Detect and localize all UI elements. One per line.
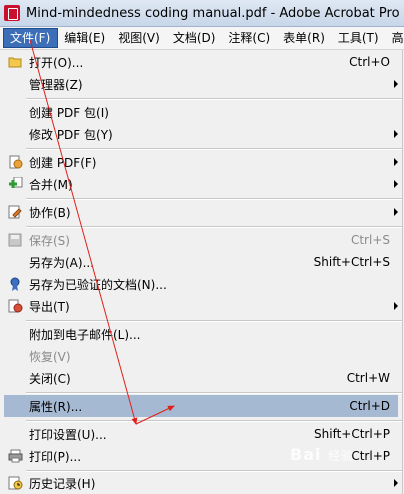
separator <box>26 420 402 422</box>
menu-item-organizer[interactable]: 管理器(Z) <box>4 73 398 95</box>
menu-item-history[interactable]: 历史记录(H) <box>4 472 398 494</box>
menu-item-print-setup[interactable]: 打印设置(U)... Shift+Ctrl+P <box>4 423 398 445</box>
separator <box>26 392 402 394</box>
separator <box>26 148 402 150</box>
menu-item-open[interactable]: 打开(O)... Ctrl+O <box>4 51 398 73</box>
separator <box>26 320 402 322</box>
menu-label: 创建 PDF(F) <box>29 155 97 170</box>
menu-item-create-pdf-package[interactable]: 创建 PDF 包(I) <box>4 101 398 123</box>
submenu-arrow-icon <box>394 208 398 216</box>
submenu-arrow-icon <box>394 180 398 188</box>
window-title: Mind-mindedness coding manual.pdf - Adob… <box>26 5 400 21</box>
menu-label: 管理器(Z) <box>29 77 83 92</box>
menu-label: 打印设置(U)... <box>29 427 107 442</box>
menu-item-save-as[interactable]: 另存为(A)... Shift+Ctrl+S <box>4 251 398 273</box>
history-clock-icon <box>8 476 23 490</box>
export-icon <box>8 299 23 313</box>
menu-shortcut: Shift+Ctrl+S <box>313 255 390 269</box>
menu-label: 历史记录(H) <box>29 476 96 491</box>
menu-label: 修改 PDF 包(Y) <box>29 127 113 142</box>
menu-label: 另存为(A)... <box>29 255 95 270</box>
menu-label: 打开(O)... <box>29 55 84 70</box>
menu-item-properties[interactable]: 属性(R)... Ctrl+D <box>4 395 398 417</box>
submenu-arrow-icon <box>394 158 398 166</box>
menu-item-close[interactable]: 关闭(C) Ctrl+W <box>4 367 398 389</box>
create-pdf-icon <box>9 155 23 169</box>
submenu-arrow-icon <box>394 302 398 310</box>
certified-ribbon-icon <box>10 277 20 291</box>
menu-label: 合并(M) <box>29 177 73 192</box>
menu-item-save[interactable]: 保存(S) Ctrl+S <box>4 229 398 251</box>
menu-item-create-pdf[interactable]: 创建 PDF(F) <box>4 151 398 173</box>
menu-label: 关闭(C) <box>29 371 71 386</box>
separator <box>26 226 402 228</box>
menu-label: 另存为已验证的文档(N)... <box>29 277 167 292</box>
menu-shortcut: Ctrl+D <box>349 399 390 413</box>
menu-tools[interactable]: 工具(T) <box>332 28 386 48</box>
submenu-arrow-icon <box>394 130 398 138</box>
menu-item-collaborate[interactable]: 协作(B) <box>4 201 398 223</box>
menu-item-attach-email[interactable]: 附加到电子邮件(L)... <box>4 323 398 345</box>
menu-comments[interactable]: 注释(C) <box>222 28 277 48</box>
watermark-text: Bai <box>290 445 322 464</box>
menu-label: 创建 PDF 包(I) <box>29 105 109 120</box>
collaborate-icon <box>8 205 22 219</box>
menu-label: 协作(B) <box>29 205 71 220</box>
save-icon <box>8 233 22 247</box>
menu-shortcut: Shift+Ctrl+P <box>314 427 390 441</box>
menu-view[interactable]: 视图(V) <box>112 28 167 48</box>
menu-file[interactable]: 文件(F) <box>3 28 59 48</box>
acrobat-icon <box>4 5 20 21</box>
printer-icon <box>8 449 23 463</box>
file-menu-dropdown: 打开(O)... Ctrl+O 管理器(Z) 创建 PDF 包(I) 修改 PD… <box>0 50 403 494</box>
title-bar: Mind-mindedness coding manual.pdf - Adob… <box>0 0 404 27</box>
menu-label: 打印(P)... <box>29 449 82 464</box>
menu-item-modify-pdf-package[interactable]: 修改 PDF 包(Y) <box>4 123 398 145</box>
menu-forms[interactable]: 表单(R) <box>277 28 332 48</box>
menu-shortcut: Ctrl+S <box>350 233 390 247</box>
menu-bar: 文件(F) 编辑(E) 视图(V) 文档(D) 注释(C) 表单(R) 工具(T… <box>0 27 404 50</box>
menu-label: 导出(T) <box>29 299 70 314</box>
separator <box>26 198 402 200</box>
menu-item-save-as-certified[interactable]: 另存为已验证的文档(N)... <box>4 273 398 295</box>
menu-shortcut: Ctrl+P <box>351 449 390 463</box>
watermark-sub: 经验 <box>328 449 355 463</box>
watermark: Bai 经验 <box>290 445 354 464</box>
folder-icon <box>8 57 22 68</box>
menu-item-export[interactable]: 导出(T) <box>4 295 398 317</box>
menu-label: 恢复(V) <box>29 349 71 364</box>
menu-shortcut: Ctrl+O <box>349 55 390 69</box>
menu-advanced[interactable]: 高级 <box>386 28 404 48</box>
separator <box>26 98 402 100</box>
menu-edit[interactable]: 编辑(E) <box>58 28 112 48</box>
submenu-arrow-icon <box>394 80 398 88</box>
menu-document[interactable]: 文档(D) <box>167 28 223 48</box>
menu-shortcut: Ctrl+W <box>346 371 390 385</box>
menu-item-revert[interactable]: 恢复(V) <box>4 345 398 367</box>
menu-item-combine[interactable]: 合并(M) <box>4 173 398 195</box>
menu-label: 属性(R)... <box>29 399 83 414</box>
combine-icon <box>9 177 23 188</box>
menu-label: 附加到电子邮件(L)... <box>29 327 141 342</box>
submenu-arrow-icon <box>394 479 398 487</box>
menu-label: 保存(S) <box>29 233 70 248</box>
